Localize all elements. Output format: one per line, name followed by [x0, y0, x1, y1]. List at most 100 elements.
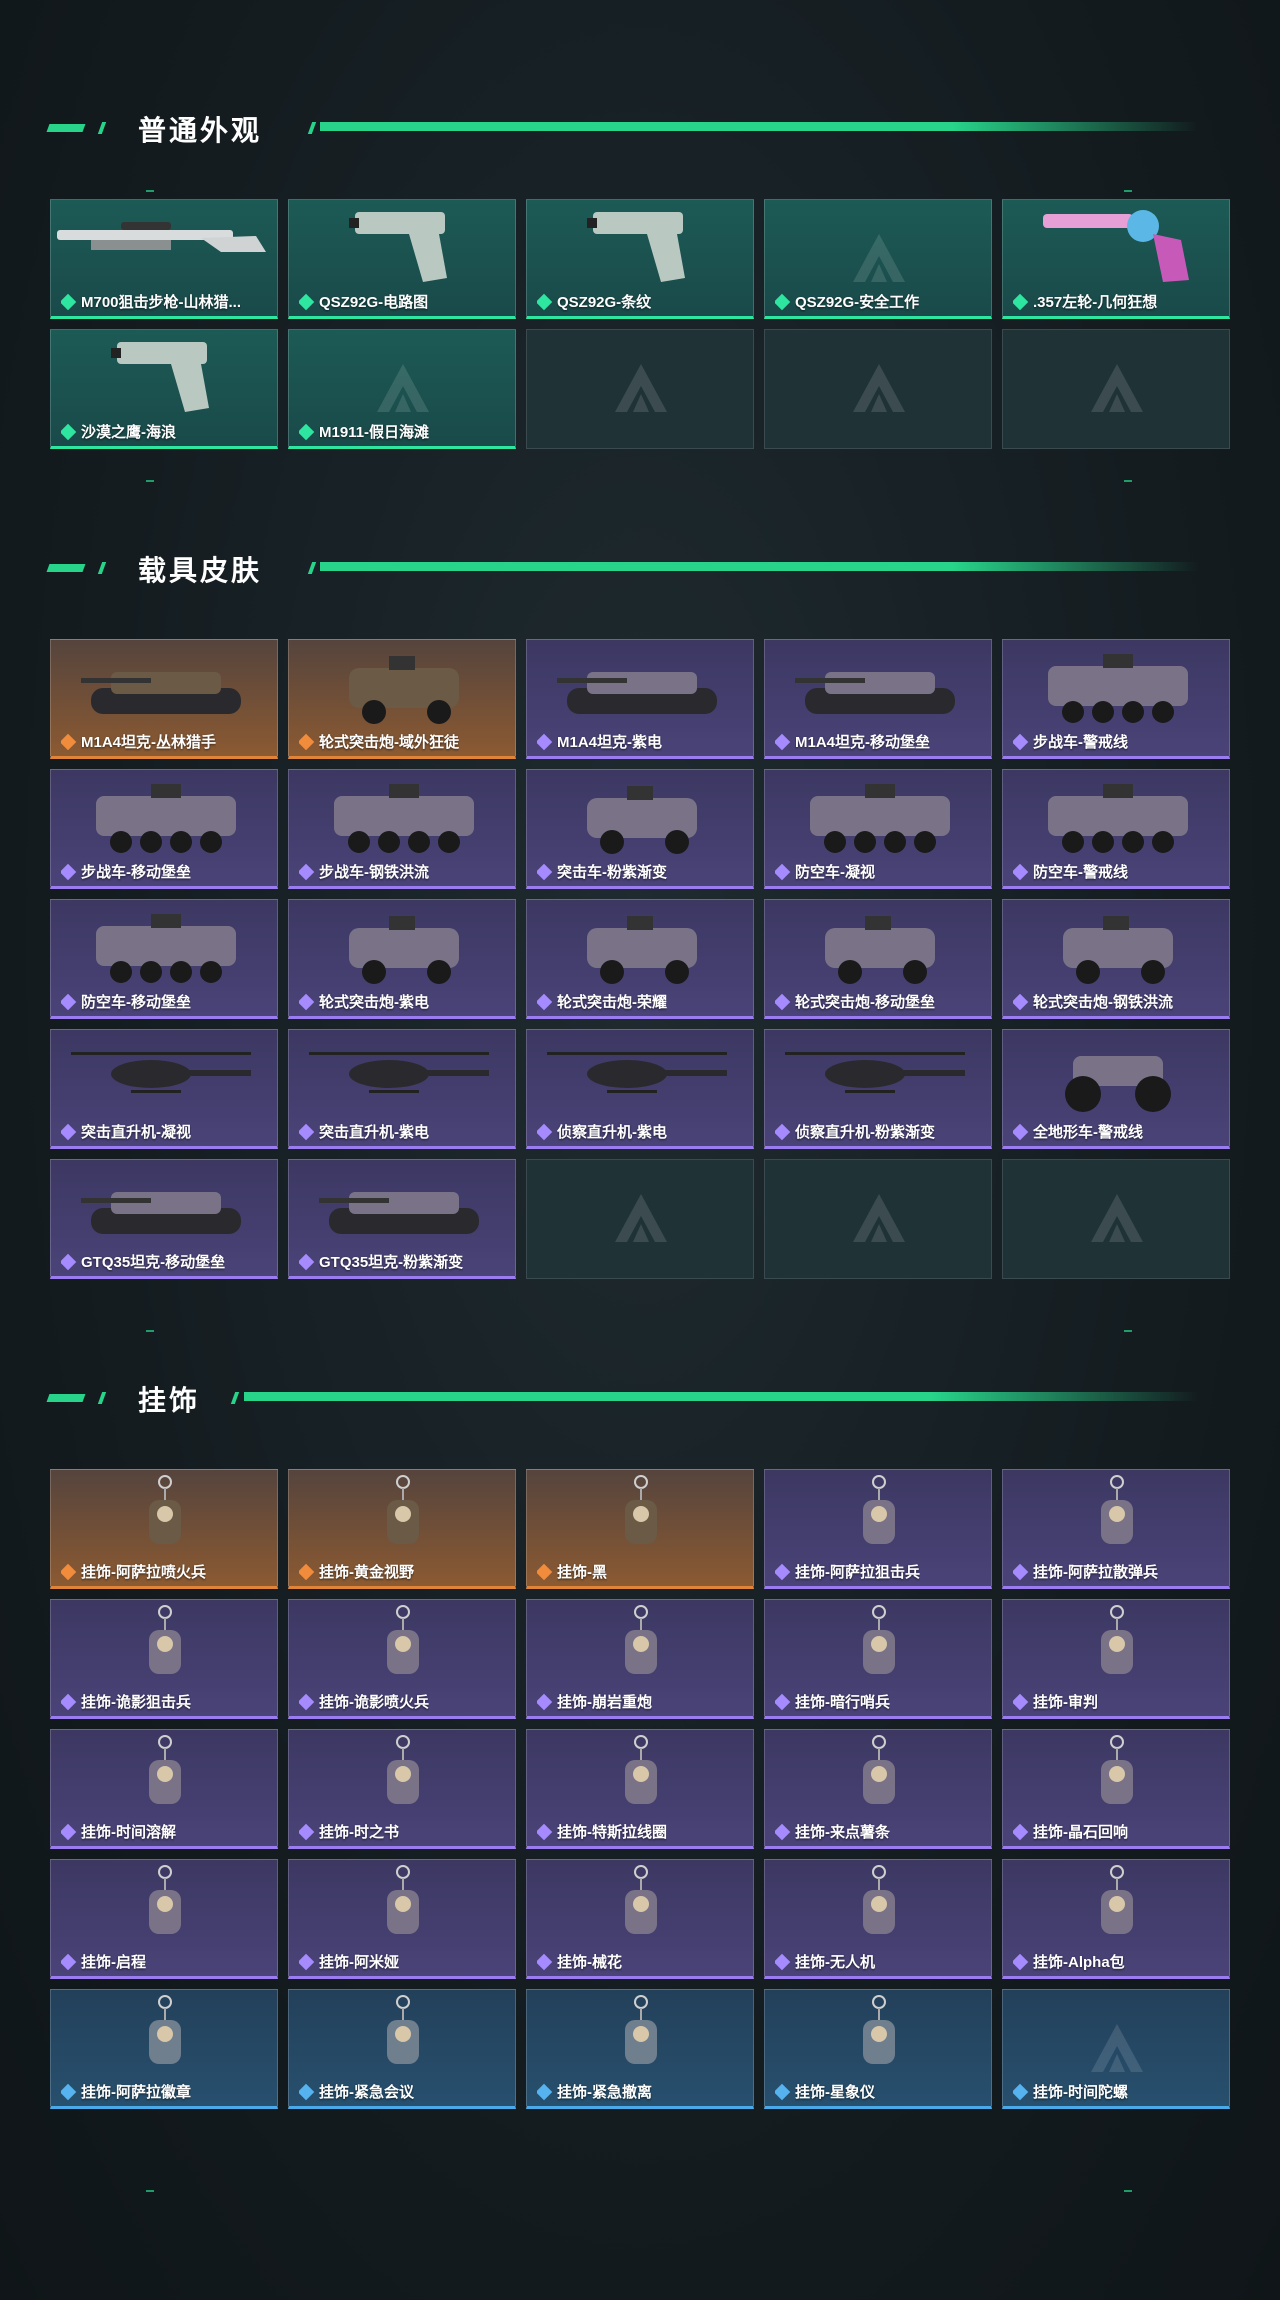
item-name: 挂饰-崩岩重炮	[557, 1694, 652, 1711]
item-card[interactable]: 挂饰-启程	[50, 1859, 278, 1979]
item-label: 挂饰-阿萨拉徽章	[61, 2081, 271, 2102]
item-card[interactable]: 挂饰-诡影喷火兵	[288, 1599, 516, 1719]
item-card[interactable]: QSZ92G-安全工作	[764, 199, 992, 319]
pistol-image	[111, 342, 209, 412]
header-accent	[97, 122, 107, 134]
item-card[interactable]: 挂饰-审判	[1002, 1599, 1230, 1719]
item-card[interactable]: M1A4坦克-丛林猎手	[50, 639, 278, 759]
charm-image	[863, 1735, 895, 1804]
rarity-icon	[1013, 1953, 1029, 1970]
rarity-icon	[299, 1563, 315, 1580]
item-name: M1911-假日海滩	[319, 424, 430, 441]
item-card[interactable]: M700狙击步枪-山林猎...	[50, 199, 278, 319]
item-card[interactable]: .357左轮-几何狂想	[1002, 199, 1230, 319]
item-card[interactable]: 步战车-警戒线	[1002, 639, 1230, 759]
item-card[interactable]: 轮式突击炮-移动堡垒	[764, 899, 992, 1019]
rarity-icon	[299, 1693, 315, 1710]
apc-image	[810, 784, 950, 853]
pistol-image	[349, 212, 447, 282]
item-name: 步战车-钢铁洪流	[319, 864, 429, 881]
rarity-icon	[537, 1693, 553, 1710]
vehicle-image	[587, 916, 697, 984]
item-card[interactable]: 挂饰-阿萨拉狙击兵	[764, 1469, 992, 1589]
item-card[interactable]: 挂饰-阿萨拉徽章	[50, 1989, 278, 2109]
item-card[interactable]: 挂饰-晶石回响	[1002, 1729, 1230, 1849]
item-card[interactable]: 挂饰-阿萨拉喷火兵	[50, 1469, 278, 1589]
item-card[interactable]: 突击直升机-紫电	[288, 1029, 516, 1149]
item-name: 挂饰-紧急撤离	[557, 2084, 652, 2101]
item-card[interactable]: 挂饰-无人机	[764, 1859, 992, 1979]
item-card[interactable]: 挂饰-时间溶解	[50, 1729, 278, 1849]
item-card[interactable]: 挂饰-黑	[526, 1469, 754, 1589]
item-card[interactable]: 轮式突击炮-荣耀	[526, 899, 754, 1019]
item-label: 挂饰-诡影喷火兵	[299, 1691, 509, 1712]
item-card[interactable]: 挂饰-特斯拉线圈	[526, 1729, 754, 1849]
item-card[interactable]: 挂饰-紧急撤离	[526, 1989, 754, 2109]
item-label: 步战车-钢铁洪流	[299, 861, 509, 882]
item-card[interactable]: 挂饰-时之书	[288, 1729, 516, 1849]
item-name: 防空车-移动堡垒	[81, 994, 191, 1011]
item-card[interactable]: GTQ35坦克-移动堡垒	[50, 1159, 278, 1279]
item-card[interactable]: M1911-假日海滩	[288, 329, 516, 449]
item-card[interactable]: 全地形车-警戒线	[1002, 1029, 1230, 1149]
item-card[interactable]: 挂饰-械花	[526, 1859, 754, 1979]
item-card[interactable]: 挂饰-来点薯条	[764, 1729, 992, 1849]
charm-image	[625, 1475, 657, 1544]
item-name: .357左轮-几何狂想	[1033, 294, 1158, 311]
item-card[interactable]: 步战车-移动堡垒	[50, 769, 278, 889]
item-card[interactable]: 挂饰-暗行哨兵	[764, 1599, 992, 1719]
item-card[interactable]: 步战车-钢铁洪流	[288, 769, 516, 889]
item-card[interactable]: 挂饰-诡影狙击兵	[50, 1599, 278, 1719]
charm-image	[625, 1605, 657, 1674]
item-name: 挂饰-黄金视野	[319, 1564, 414, 1581]
section-title: 普通外观	[138, 115, 263, 146]
item-card[interactable]: 防空车-移动堡垒	[50, 899, 278, 1019]
item-label: 挂饰-黑	[537, 1561, 747, 1582]
rifle-image	[57, 222, 266, 252]
item-card[interactable]: 挂饰-阿萨拉散弹兵	[1002, 1469, 1230, 1589]
item-card[interactable]: M1A4坦克-紫电	[526, 639, 754, 759]
helicopter-image	[547, 1052, 727, 1093]
item-label: 挂饰-时间溶解	[61, 1821, 271, 1842]
item-card[interactable]: QSZ92G-电路图	[288, 199, 516, 319]
item-card[interactable]: 突击直升机-凝视	[50, 1029, 278, 1149]
item-name: QSZ92G-条纹	[557, 294, 652, 311]
item-label: QSZ92G-电路图	[299, 291, 509, 312]
item-card[interactable]: 挂饰-黄金视野	[288, 1469, 516, 1589]
item-card[interactable]: 挂饰-紧急会议	[288, 1989, 516, 2109]
frame-marker	[146, 1330, 154, 1332]
item-card[interactable]: 侦察直升机-粉紫渐变	[764, 1029, 992, 1149]
charm-image	[387, 1605, 419, 1674]
item-label: 步战车-警戒线	[1013, 731, 1223, 752]
frame-marker	[1124, 190, 1132, 192]
rarity-icon	[775, 1823, 791, 1840]
atv-image	[1065, 1056, 1171, 1112]
game-logo-icon	[1091, 1194, 1143, 1242]
item-card[interactable]: 沙漠之鹰-海浪	[50, 329, 278, 449]
item-card[interactable]: 挂饰-时间陀螺	[1002, 1989, 1230, 2109]
item-card[interactable]: 防空车-凝视	[764, 769, 992, 889]
rarity-icon	[775, 863, 791, 880]
header-bar	[244, 1392, 1198, 1401]
item-label: M1911-假日海滩	[299, 421, 509, 442]
item-card[interactable]: 突击车-粉紫渐变	[526, 769, 754, 889]
item-label: M700狙击步枪-山林猎...	[61, 291, 271, 312]
revolver-image	[1043, 210, 1189, 282]
item-name: 侦察直升机-紫电	[557, 1124, 667, 1141]
item-card[interactable]: 挂饰-Alpha包	[1002, 1859, 1230, 1979]
item-name: 挂饰-阿萨拉喷火兵	[81, 1564, 206, 1581]
item-card[interactable]: 挂饰-崩岩重炮	[526, 1599, 754, 1719]
section-title: 挂饰	[138, 1385, 201, 1416]
item-card[interactable]: 轮式突击炮-钢铁洪流	[1002, 899, 1230, 1019]
item-label: 防空车-移动堡垒	[61, 991, 271, 1012]
item-card[interactable]: M1A4坦克-移动堡垒	[764, 639, 992, 759]
item-card[interactable]: 防空车-警戒线	[1002, 769, 1230, 889]
item-card[interactable]: 轮式突击炮-紫电	[288, 899, 516, 1019]
item-card[interactable]: QSZ92G-条纹	[526, 199, 754, 319]
item-card[interactable]: 轮式突击炮-域外狂徒	[288, 639, 516, 759]
item-card[interactable]: 挂饰-星象仪	[764, 1989, 992, 2109]
item-card[interactable]: 侦察直升机-紫电	[526, 1029, 754, 1149]
item-card[interactable]: 挂饰-阿米娅	[288, 1859, 516, 1979]
header-bar	[320, 562, 1198, 571]
item-card[interactable]: GTQ35坦克-粉紫渐变	[288, 1159, 516, 1279]
